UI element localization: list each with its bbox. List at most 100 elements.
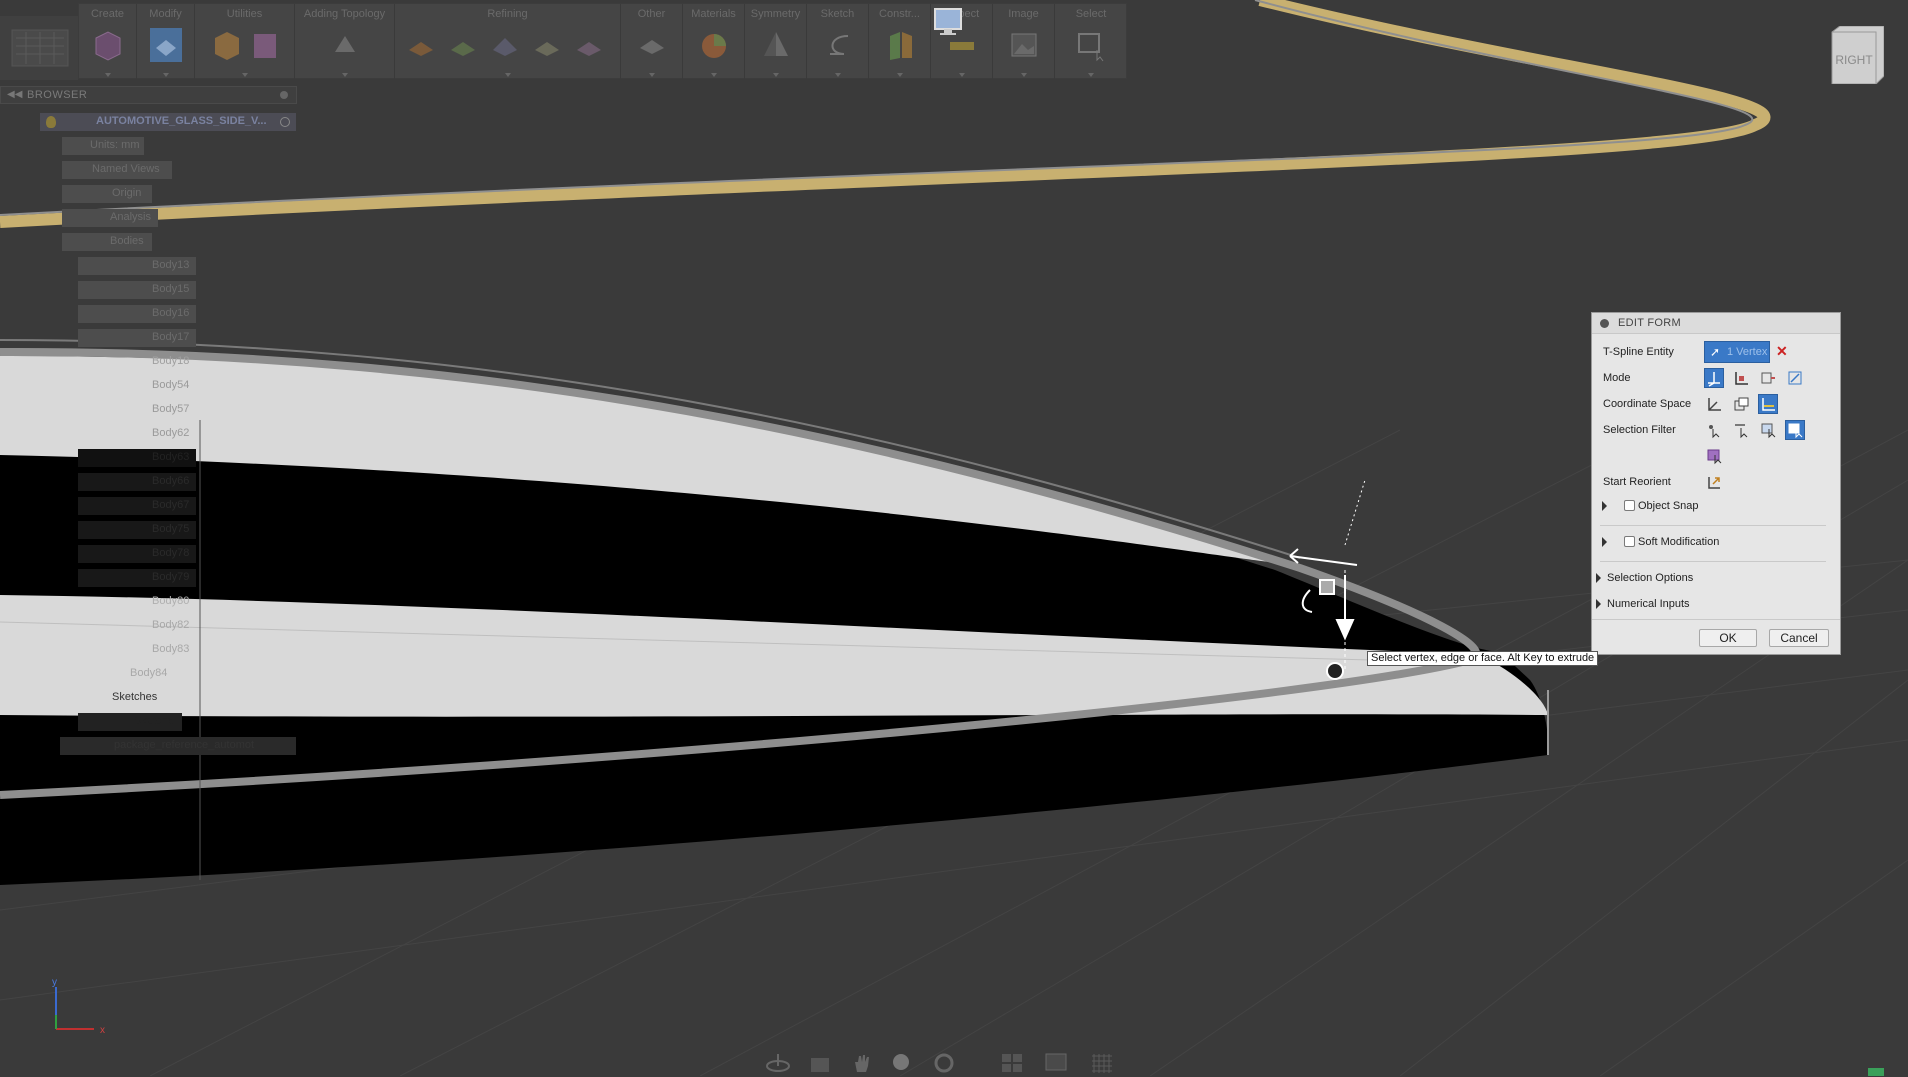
workspace-switcher[interactable] bbox=[0, 16, 78, 80]
mirror-icon[interactable] bbox=[760, 28, 792, 62]
tree-item-body[interactable]: Body62 bbox=[78, 425, 196, 443]
tree-item-body[interactable]: Body17 bbox=[78, 329, 196, 347]
coord-view-icon[interactable] bbox=[1731, 394, 1751, 414]
tree-item-units[interactable]: Units: mm bbox=[62, 137, 144, 155]
tree-item-body[interactable]: Body84 bbox=[78, 665, 178, 683]
collapse-icon[interactable] bbox=[1600, 319, 1609, 328]
browser-header[interactable]: ◀◀ BROWSER bbox=[0, 86, 297, 104]
pin-icon[interactable] bbox=[280, 91, 288, 99]
tree-item-body[interactable]: Body82 bbox=[78, 617, 196, 635]
insert-edge-icon[interactable] bbox=[329, 28, 361, 62]
object-snap-checkbox[interactable] bbox=[1624, 500, 1635, 511]
toolbar-group-create[interactable]: Create bbox=[79, 4, 137, 80]
toolbar-group-image[interactable]: Image bbox=[993, 4, 1055, 80]
tree-item-body[interactable]: Body13 bbox=[78, 257, 196, 275]
reorient-icon[interactable] bbox=[1704, 472, 1724, 492]
toolbar-group-select[interactable]: Select bbox=[1055, 4, 1127, 80]
tree-item-sketches[interactable]: Sketches bbox=[62, 689, 172, 707]
display-settings-icon[interactable] bbox=[934, 8, 962, 36]
tree-item-package-reference[interactable]: package_reference_automot bbox=[60, 737, 296, 755]
uncrease-icon[interactable] bbox=[489, 28, 521, 62]
tree-item-body[interactable]: Body79 bbox=[78, 569, 196, 587]
tree-item-named-views[interactable]: Named Views bbox=[62, 161, 172, 179]
selection-options-section[interactable]: Selection Options bbox=[1607, 572, 1693, 584]
visibility-bulb-icon[interactable] bbox=[46, 116, 56, 128]
mode-scale-icon[interactable] bbox=[1785, 368, 1805, 388]
mode-translate-icon[interactable] bbox=[1731, 368, 1751, 388]
fit-icon[interactable] bbox=[932, 1052, 956, 1074]
toolbar-group-symmetry[interactable]: Symmetry bbox=[745, 4, 807, 80]
tree-item-label: Body62 bbox=[152, 427, 190, 439]
tree-item-body[interactable]: Body16 bbox=[78, 305, 196, 323]
select-box-icon[interactable] bbox=[1075, 28, 1107, 62]
slide-edge-icon[interactable] bbox=[573, 28, 605, 62]
ok-button[interactable]: OK bbox=[1699, 629, 1757, 647]
collapse-icon[interactable]: ◀◀ bbox=[7, 89, 22, 100]
tree-item-body[interactable]: Body78 bbox=[78, 545, 196, 563]
grid-icon[interactable] bbox=[1090, 1052, 1114, 1074]
tree-item-body[interactable]: Body80 bbox=[78, 593, 196, 611]
toolbar-group-other[interactable]: Other bbox=[621, 4, 683, 80]
tree-item-origin[interactable]: Origin bbox=[62, 185, 152, 203]
coord-world-icon[interactable] bbox=[1704, 394, 1724, 414]
toolbar-group-sketch[interactable]: Sketch bbox=[807, 4, 869, 80]
numerical-inputs-section[interactable]: Numerical Inputs bbox=[1607, 598, 1690, 610]
bevel-icon[interactable] bbox=[531, 28, 563, 62]
toolbar-group-construct[interactable]: Constr... bbox=[869, 4, 931, 80]
plane-icon[interactable] bbox=[884, 28, 916, 62]
filter-face-icon[interactable] bbox=[1758, 420, 1778, 440]
box-icon[interactable] bbox=[92, 28, 124, 62]
tree-item-body[interactable]: Body57 bbox=[78, 401, 196, 419]
expand-arrow-icon[interactable] bbox=[1602, 537, 1607, 547]
canvas-image-icon[interactable] bbox=[1008, 28, 1040, 62]
soft-modification-checkbox[interactable] bbox=[1624, 536, 1635, 547]
crease-icon[interactable] bbox=[447, 28, 479, 62]
mode-rotate-icon[interactable] bbox=[1758, 368, 1778, 388]
sketch-curve-icon[interactable] bbox=[822, 28, 854, 62]
filter-all-icon[interactable] bbox=[1785, 420, 1805, 440]
pan-hand-icon[interactable] bbox=[850, 1052, 874, 1074]
visual-style-icon[interactable] bbox=[1044, 1052, 1068, 1074]
tree-item-bodies[interactable]: Bodies bbox=[62, 233, 152, 251]
toolbar-group-modify[interactable]: Modify bbox=[137, 4, 195, 80]
tree-item-body[interactable]: Body54 bbox=[78, 377, 196, 395]
dialog-header[interactable]: EDIT FORM bbox=[1592, 313, 1840, 334]
tree-item-root[interactable]: AUTOMOTIVE_GLASS_SIDE_V... bbox=[40, 113, 296, 131]
filter-edge-icon[interactable] bbox=[1731, 420, 1751, 440]
tree-item-body[interactable]: Body18 bbox=[78, 353, 196, 371]
appearance-icon[interactable] bbox=[698, 28, 730, 62]
weld-icon[interactable] bbox=[405, 28, 437, 62]
tree-item-body[interactable]: Body63 bbox=[78, 449, 196, 467]
toolbar-group-adding-topology[interactable]: Adding Topology bbox=[295, 4, 395, 80]
edit-form-icon[interactable] bbox=[150, 28, 182, 62]
filter-vertex-icon[interactable] bbox=[1704, 420, 1724, 440]
utility-cube-icon[interactable] bbox=[211, 28, 243, 62]
target-icon[interactable] bbox=[280, 117, 290, 127]
tree-item-body[interactable]: Body15 bbox=[78, 281, 196, 299]
look-at-icon[interactable] bbox=[808, 1052, 832, 1074]
clear-selection-icon[interactable]: ✕ bbox=[1776, 343, 1788, 360]
tree-item-analysis[interactable]: Analysis bbox=[62, 209, 158, 227]
expand-arrow-icon[interactable] bbox=[1596, 573, 1601, 583]
tree-item-body[interactable]: Body67 bbox=[78, 497, 196, 515]
toolbar-group-refining[interactable]: Refining bbox=[395, 4, 621, 80]
expand-arrow-icon[interactable] bbox=[1596, 599, 1601, 609]
toolbar-group-materials[interactable]: Materials bbox=[683, 4, 745, 80]
utility-repair-icon[interactable] bbox=[249, 28, 281, 62]
expand-arrow-icon[interactable] bbox=[1602, 501, 1607, 511]
coord-local-icon[interactable] bbox=[1758, 394, 1778, 414]
toolbar-group-utilities[interactable]: Utilities bbox=[195, 4, 295, 80]
tree-item-body[interactable]: Body75 bbox=[78, 521, 196, 539]
zoom-icon[interactable] bbox=[890, 1052, 914, 1074]
tree-item-body[interactable]: Body83 bbox=[78, 641, 196, 659]
filter-body-icon[interactable] bbox=[1704, 446, 1724, 466]
tree-item-sketch[interactable]: Sketch6 bbox=[78, 713, 182, 731]
viewcube[interactable]: RIGHT bbox=[1830, 25, 1885, 85]
tree-item-body[interactable]: Body66 bbox=[78, 473, 196, 491]
mode-multi-icon[interactable] bbox=[1704, 368, 1724, 388]
repair-body-icon[interactable] bbox=[636, 28, 668, 62]
orbit-icon[interactable] bbox=[766, 1052, 790, 1074]
tspline-entity-selector[interactable]: ➚ 1 Vertex bbox=[1704, 341, 1770, 363]
cancel-button[interactable]: Cancel bbox=[1769, 629, 1829, 647]
display-mode-icon[interactable] bbox=[1000, 1052, 1024, 1074]
